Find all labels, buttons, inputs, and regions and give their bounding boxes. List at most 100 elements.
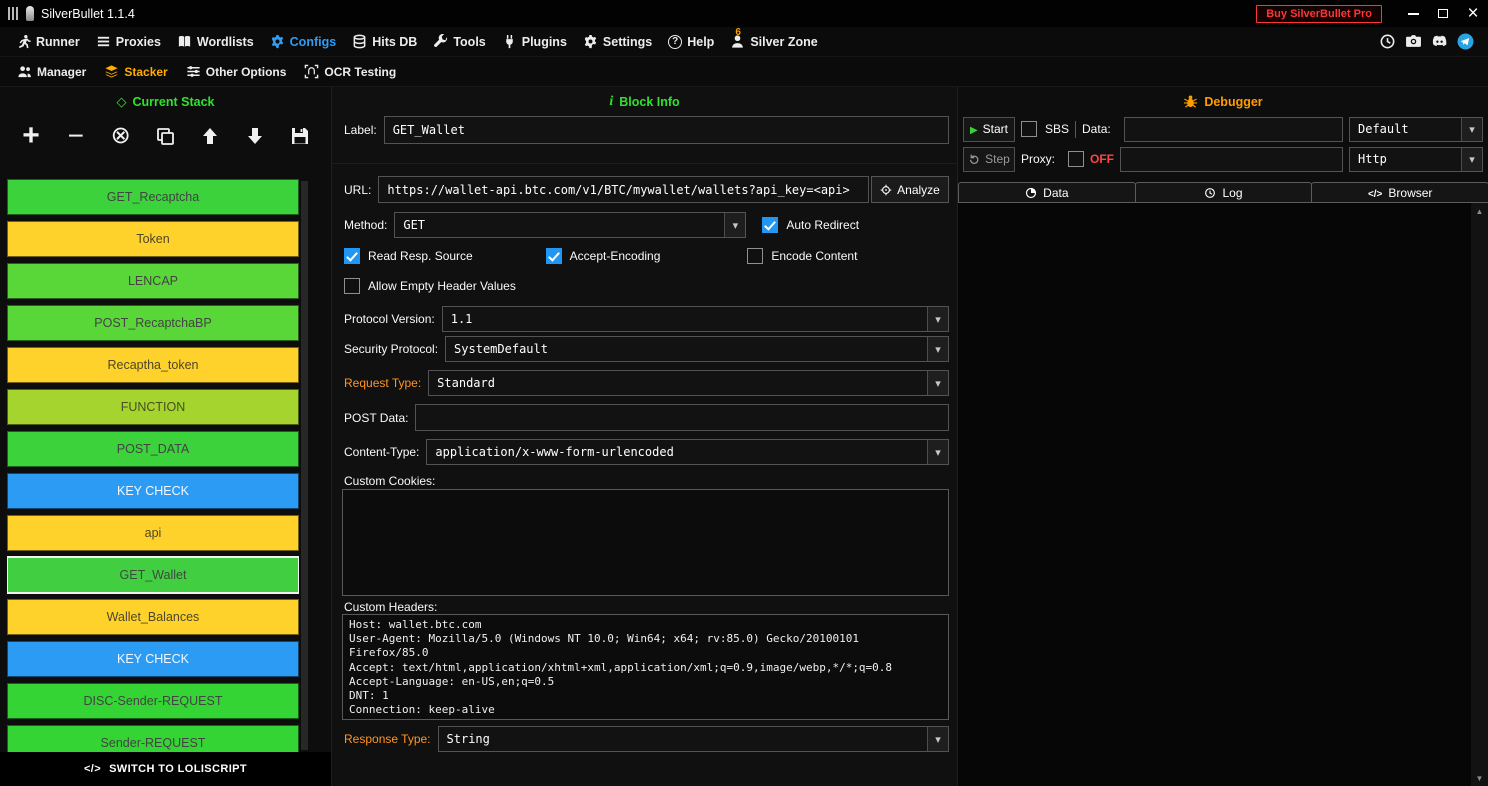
stack-block[interactable]: Sender-REQUEST [7, 725, 299, 752]
proxy-type-value: Http [1350, 148, 1461, 171]
maximize-button[interactable] [1428, 0, 1458, 27]
dropdown-caret-icon[interactable] [927, 727, 948, 751]
stack-scrollbar-thumb[interactable] [301, 181, 308, 750]
stack-block[interactable]: Wallet_Balances [7, 599, 299, 635]
stack-block[interactable]: DISC-Sender-REQUEST [7, 683, 299, 719]
stack-block[interactable]: LENCAP [7, 263, 299, 299]
custom-cookies-textarea[interactable] [342, 489, 949, 596]
proxy-checkbox[interactable] [1068, 151, 1084, 167]
scroll-up-icon[interactable] [1471, 203, 1488, 219]
submenu-item-other-options[interactable]: Other Options [177, 57, 296, 86]
close-button[interactable] [1458, 0, 1488, 27]
submenu-item-manager[interactable]: Manager [8, 57, 95, 86]
submenu-item-stacker[interactable]: Stacker [95, 57, 176, 86]
stack-block[interactable]: POST_DATA [7, 431, 299, 467]
content-type-dropdown[interactable]: application/x-www-form-urlencoded [426, 439, 949, 465]
protocol-version-dropdown[interactable]: 1.1 [442, 306, 949, 332]
allow-empty-header-values-checkbox[interactable] [344, 278, 360, 294]
dropdown-caret-icon[interactable] [927, 307, 948, 331]
dropdown-caret-icon[interactable] [1461, 148, 1482, 171]
read-resp-source-checkbox-row[interactable]: Read Resp. Source [344, 248, 546, 264]
proxy-checkbox-row[interactable] [1068, 151, 1084, 167]
accept-encoding-checkbox[interactable] [546, 248, 562, 264]
sbs-checkbox[interactable] [1021, 121, 1037, 137]
clear-stack-button[interactable] [106, 119, 136, 153]
sbs-checkbox-row[interactable]: SBS [1021, 121, 1069, 137]
stack-block[interactable]: FUNCTION [7, 389, 299, 425]
move-up-button[interactable] [195, 119, 225, 153]
history-icon[interactable] [1379, 33, 1396, 50]
menu-item-silver-zone[interactable]: 6 Silver Zone [722, 27, 825, 56]
analyze-button[interactable]: Analyze [871, 176, 949, 203]
add-block-button[interactable] [16, 119, 46, 153]
proxy-type-dropdown[interactable]: Http [1349, 147, 1483, 172]
menu-item-runner[interactable]: Runner [8, 27, 88, 56]
buy-pro-button[interactable]: Buy SilverBullet Pro [1256, 5, 1382, 23]
tab-log[interactable]: Log [1135, 182, 1313, 203]
dropdown-caret-icon[interactable] [927, 337, 948, 361]
post-data-input[interactable] [415, 404, 949, 431]
menu-item-plugins[interactable]: Plugins [494, 27, 575, 56]
menu-item-hits-db[interactable]: Hits DB [344, 27, 425, 56]
menu-item-tools[interactable]: Tools [425, 27, 493, 56]
proxy-input[interactable] [1120, 147, 1343, 172]
move-down-button[interactable] [240, 119, 270, 153]
stack-scrollbar[interactable] [301, 181, 308, 750]
stack-list: GET_Recaptcha Token LENCAP POST_Recaptch… [7, 179, 299, 752]
url-input[interactable] [378, 176, 869, 203]
stack-block[interactable]: Token [7, 221, 299, 257]
dropdown-caret-icon[interactable] [927, 371, 948, 395]
main-content: Current Stack GET_Recaptcha Token LENCAP [0, 87, 1488, 786]
tab-data[interactable]: Data [958, 182, 1136, 203]
minimize-button[interactable] [1398, 0, 1428, 27]
stack-block[interactable]: KEY CHECK [7, 473, 299, 509]
stack-block[interactable]: api [7, 515, 299, 551]
camera-icon[interactable] [1405, 33, 1422, 50]
step-button[interactable]: Step [963, 147, 1015, 172]
read-resp-source-checkbox[interactable] [344, 248, 360, 264]
stack-block-selected[interactable]: GET_Wallet [7, 557, 299, 593]
dropdown-caret-icon[interactable] [927, 440, 948, 464]
stack-block[interactable]: POST_RecaptchaBP [7, 305, 299, 341]
discord-icon[interactable] [1431, 33, 1448, 50]
dropdown-caret-icon[interactable] [724, 213, 745, 237]
security-protocol-dropdown[interactable]: SystemDefault [445, 336, 949, 362]
stack-block[interactable]: GET_Recaptcha [7, 179, 299, 215]
accept-encoding-checkbox-row[interactable]: Accept-Encoding [546, 248, 748, 264]
start-button[interactable]: Start [963, 117, 1015, 142]
menu-item-wordlists[interactable]: Wordlists [169, 27, 262, 56]
label-input[interactable] [384, 116, 949, 144]
allow-empty-header-values-checkbox-row[interactable]: Allow Empty Header Values [344, 278, 516, 294]
request-type-label: Request Type: [344, 376, 421, 390]
method-dropdown[interactable]: GET [394, 212, 746, 238]
auto-redirect-checkbox-row[interactable]: Auto Redirect [762, 217, 859, 233]
custom-headers-textarea[interactable]: Host: wallet.btc.com User-Agent: Mozilla… [342, 614, 949, 720]
dropdown-caret-icon[interactable] [1461, 118, 1482, 141]
switch-to-loliscript-button[interactable]: SWITCH TO LOLISCRIPT [0, 752, 331, 786]
menu-item-settings[interactable]: Settings [575, 27, 660, 56]
remove-block-button[interactable] [61, 119, 91, 153]
encode-content-checkbox[interactable] [747, 248, 763, 264]
auto-redirect-checkbox[interactable] [762, 217, 778, 233]
encode-content-checkbox-row[interactable]: Encode Content [747, 248, 949, 264]
tab-browser[interactable]: Browser [1311, 182, 1488, 203]
duplicate-block-button[interactable] [150, 119, 180, 153]
debugger-scrollbar[interactable] [1471, 203, 1488, 786]
menu-item-help[interactable]: ? Help [660, 27, 722, 56]
wordlist-type-dropdown[interactable]: Default [1349, 117, 1483, 142]
menu-label: Plugins [522, 35, 567, 49]
debugger-output-area[interactable] [958, 203, 1471, 786]
menu-item-proxies[interactable]: Proxies [88, 27, 169, 56]
save-stack-button[interactable] [285, 119, 315, 153]
wordlist-type-value: Default [1350, 118, 1461, 141]
telegram-icon[interactable] [1457, 33, 1474, 50]
response-type-dropdown[interactable]: String [438, 726, 949, 752]
menu-item-configs[interactable]: Configs [262, 27, 345, 56]
debug-data-input[interactable] [1124, 117, 1343, 142]
request-type-dropdown[interactable]: Standard [428, 370, 949, 396]
stack-block[interactable]: Recaptha_token [7, 347, 299, 383]
help-icon: ? [668, 35, 682, 49]
submenu-item-ocr-testing[interactable]: OCR Testing [295, 57, 405, 86]
stack-block[interactable]: KEY CHECK [7, 641, 299, 677]
scroll-down-icon[interactable] [1471, 770, 1488, 786]
